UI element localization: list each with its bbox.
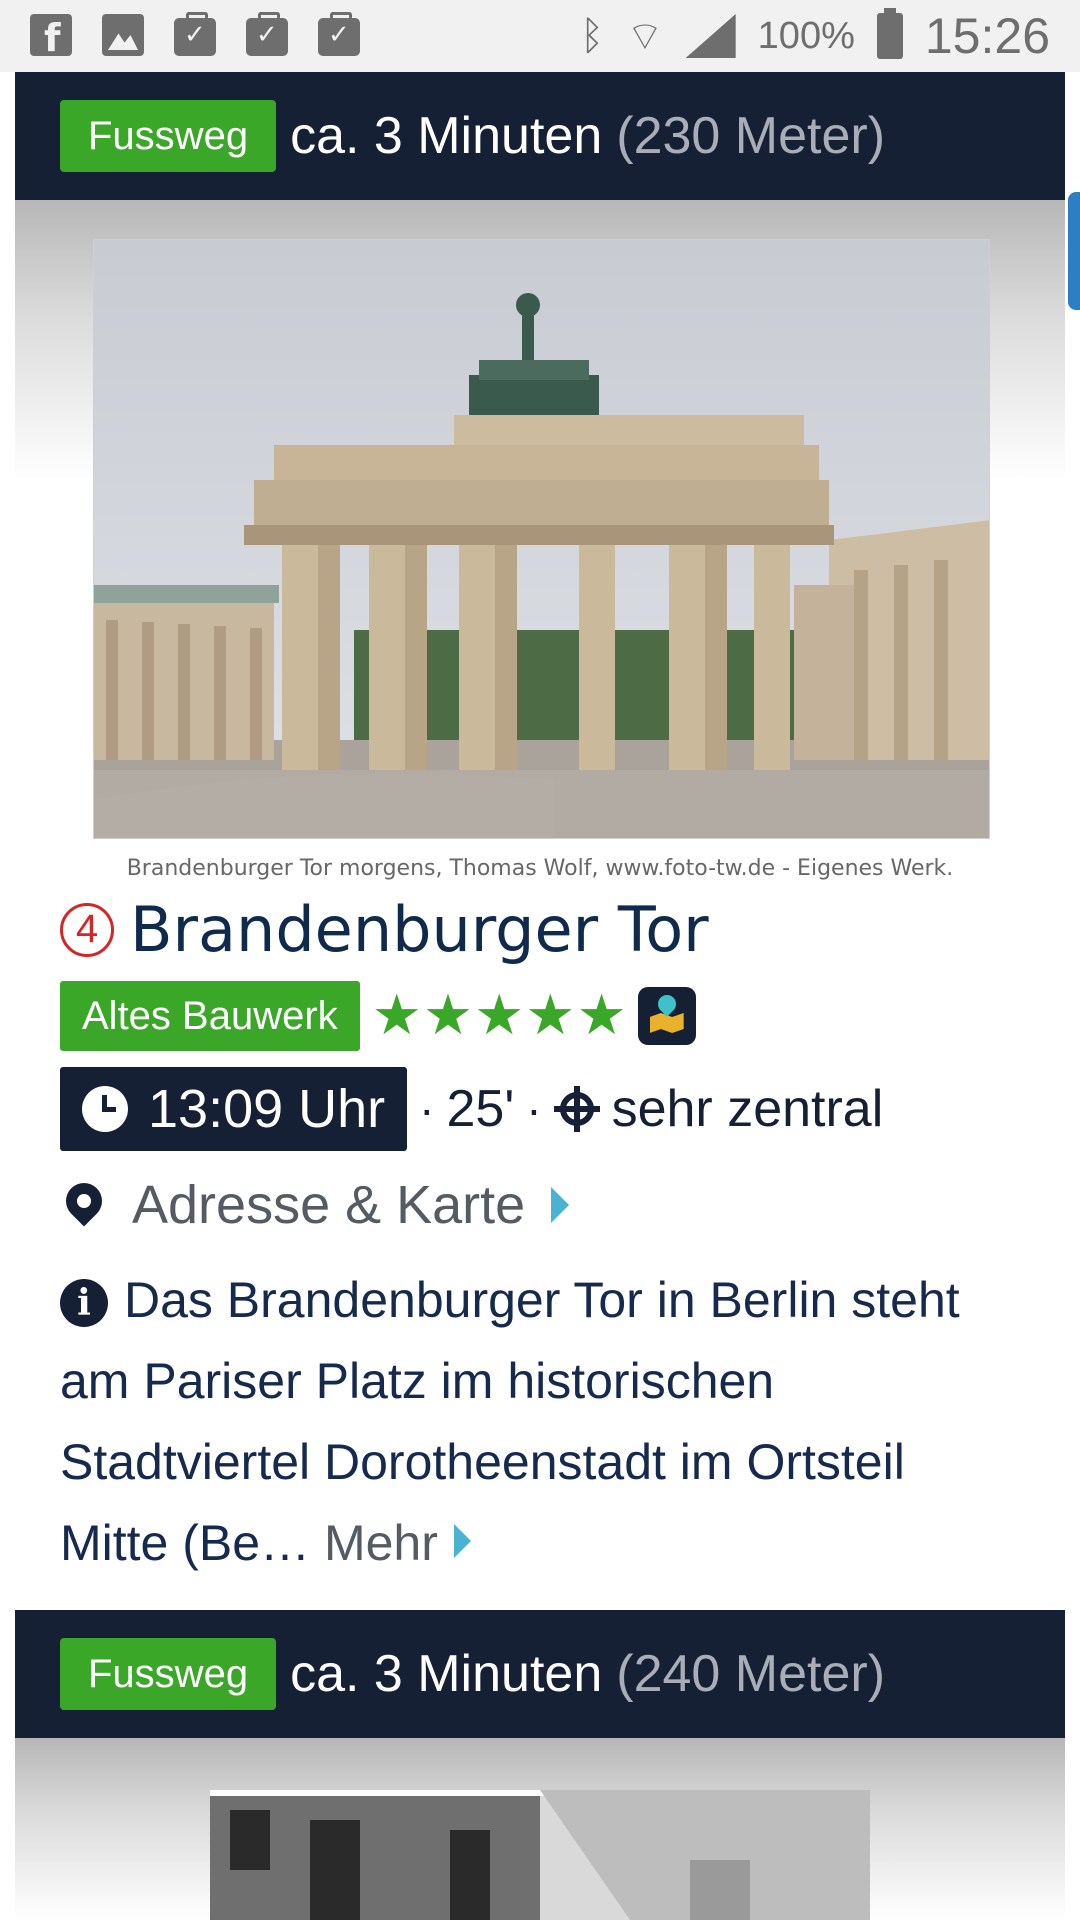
signal-icon: [685, 14, 736, 58]
notification-icons: [30, 12, 360, 60]
walk-mode-badge: Fussweg: [60, 1638, 277, 1710]
poi-title[interactable]: Brandenburger Tor: [130, 893, 709, 966]
image-icon: [102, 14, 144, 56]
star-icon: ★: [422, 983, 474, 1048]
visit-time: 13:09 Uhr: [148, 1079, 386, 1139]
location-label: sehr zentral: [611, 1080, 884, 1138]
photo-caption: Brandenburger Tor morgens, Thomas Wolf, …: [126, 856, 954, 881]
clock-icon: [82, 1086, 128, 1132]
bluetooth-icon: ᛒ: [580, 13, 605, 59]
route-bar-2: Fussweg ca. 3 Minuten (240 Meter): [15, 1610, 1065, 1738]
route-distance: (240 Meter): [616, 1645, 886, 1703]
poi-title-row: 4 Brandenburger Tor: [60, 893, 709, 966]
poi-number-badge: 4: [60, 902, 114, 957]
battery-percent: 100%: [757, 14, 855, 57]
rating-stars: ★ ★ ★ ★ ★: [372, 988, 628, 1044]
crosshair-icon: [553, 1086, 600, 1132]
info-icon: i: [60, 1279, 108, 1327]
briefcase-check-icon: [318, 12, 360, 56]
route-duration: ca. 3 Minuten: [290, 107, 603, 165]
chevron-right-icon: [551, 1187, 570, 1223]
status-bar: ᛒ ⌔ 100% 15:26: [0, 0, 1080, 72]
time-row: 13:09 Uhr · 25' · sehr zentral: [60, 1067, 883, 1151]
system-icons: ᛒ ⌔ 100% 15:26: [580, 0, 1050, 72]
briefcase-check-icon: [174, 12, 216, 56]
poi-description: i Das Brandenburger Tor in Berlin steht a…: [60, 1260, 1020, 1584]
walk-mode-badge: Fussweg: [60, 100, 277, 172]
route-distance: (230 Meter): [616, 107, 886, 165]
poi-photo[interactable]: [93, 239, 990, 839]
category-badge: Altes Bauwerk: [60, 981, 360, 1051]
chevron-right-icon: [453, 1524, 471, 1558]
clock: 15:26: [924, 8, 1050, 64]
route-bar-1: Fussweg ca. 3 Minuten (230 Meter): [15, 72, 1065, 200]
time-badge: 13:09 Uhr: [60, 1067, 408, 1151]
address-map-link[interactable]: Adresse & Karte: [58, 1170, 570, 1240]
route-duration: ca. 3 Minuten: [290, 1645, 603, 1703]
address-link-label: Adresse & Karte: [132, 1175, 526, 1235]
poi-photo[interactable]: [210, 1790, 870, 1920]
category-row: Altes Bauwerk ★ ★ ★ ★ ★: [60, 981, 696, 1051]
map-pin-icon: [58, 1175, 110, 1227]
star-icon: ★: [474, 983, 525, 1048]
more-link-label: Mehr: [323, 1515, 438, 1571]
star-icon: ★: [576, 983, 627, 1048]
brandenburg-gate-image: [94, 240, 989, 838]
separator-dot: ·: [526, 1083, 542, 1135]
map-app-icon[interactable]: [637, 987, 696, 1045]
visit-duration: 25': [446, 1080, 515, 1138]
description-text: Das Brandenburger Tor in Berlin steht am…: [60, 1272, 960, 1571]
battery-icon: [876, 8, 903, 59]
facebook-icon: [30, 14, 72, 60]
separator-dot: ·: [419, 1083, 435, 1135]
next-poi-image: [210, 1790, 870, 1920]
more-link[interactable]: Mehr: [324, 1515, 471, 1571]
star-icon: ★: [371, 983, 422, 1048]
star-icon: ★: [525, 983, 576, 1048]
wifi-icon: ⌔: [626, 14, 664, 60]
briefcase-check-icon: [246, 12, 288, 56]
scroll-indicator[interactable]: [1068, 192, 1080, 310]
